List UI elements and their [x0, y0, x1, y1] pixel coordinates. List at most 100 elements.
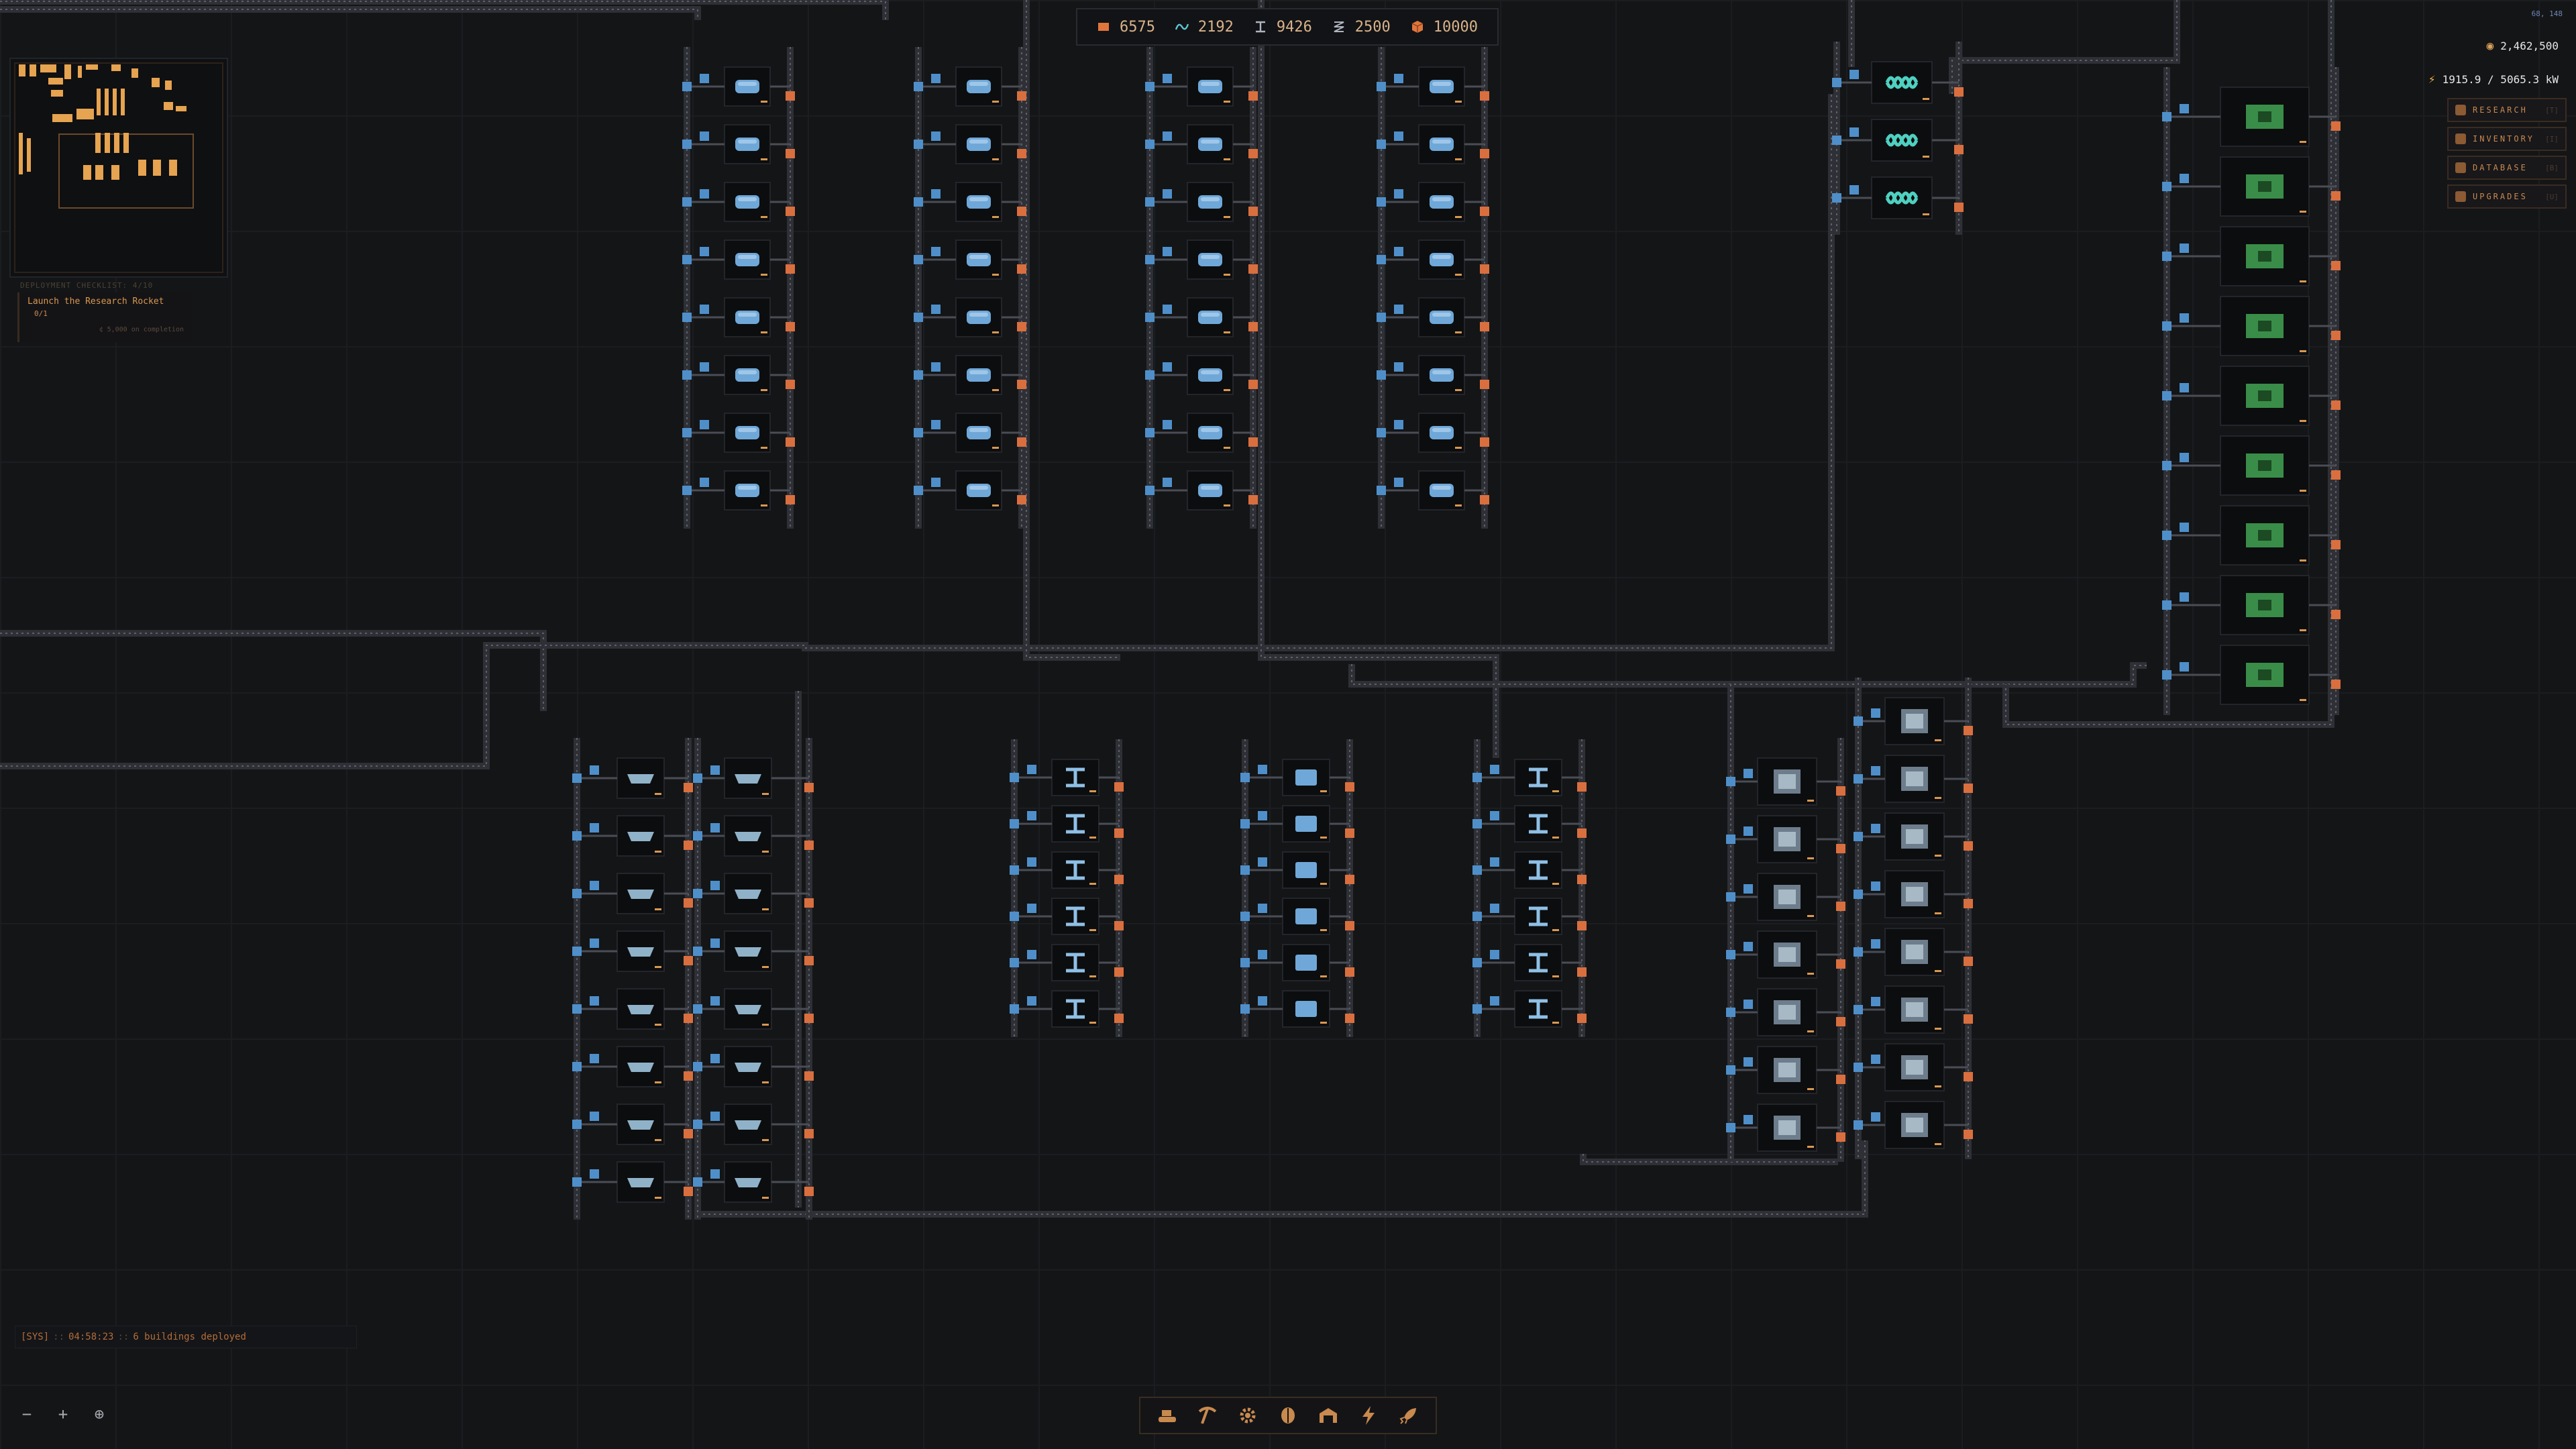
- output-port[interactable]: [684, 1014, 693, 1023]
- input-port[interactable]: [1145, 370, 1155, 380]
- machine[interactable]: [1884, 870, 1945, 918]
- input-port[interactable]: [1377, 486, 1386, 495]
- input-port[interactable]: [682, 82, 692, 91]
- input-port[interactable]: [2180, 453, 2189, 462]
- output-port[interactable]: [1964, 957, 1973, 966]
- input-port[interactable]: [1163, 74, 1172, 83]
- machine[interactable]: [1871, 176, 1933, 219]
- output-port[interactable]: [1577, 828, 1587, 838]
- output-port[interactable]: [1248, 495, 1258, 504]
- input-port[interactable]: [693, 1120, 702, 1129]
- input-port[interactable]: [1394, 131, 1403, 141]
- input-port[interactable]: [931, 247, 941, 256]
- input-port[interactable]: [710, 938, 720, 948]
- input-port[interactable]: [1377, 140, 1386, 149]
- input-port[interactable]: [1472, 773, 1482, 782]
- machine[interactable]: [1757, 757, 1817, 806]
- input-port[interactable]: [1871, 824, 1880, 833]
- factory-map[interactable]: [0, 0, 2576, 1449]
- output-port[interactable]: [786, 322, 795, 331]
- input-port[interactable]: [590, 996, 599, 1006]
- input-port[interactable]: [700, 305, 709, 314]
- input-port[interactable]: [1145, 486, 1155, 495]
- storage-tool-button[interactable]: [1316, 1403, 1340, 1428]
- input-port[interactable]: [1010, 1004, 1019, 1014]
- machine[interactable]: [1418, 66, 1465, 107]
- input-port[interactable]: [931, 478, 941, 487]
- machine[interactable]: [616, 988, 665, 1030]
- machine[interactable]: [1187, 355, 1234, 395]
- machine[interactable]: [1282, 759, 1330, 796]
- output-port[interactable]: [1964, 1014, 1973, 1024]
- machine[interactable]: [1884, 1101, 1945, 1149]
- output-port[interactable]: [1836, 844, 1845, 853]
- input-port[interactable]: [590, 765, 599, 775]
- input-port[interactable]: [693, 1177, 702, 1187]
- input-port[interactable]: [1490, 950, 1499, 959]
- zoom-out-button[interactable]: −: [15, 1402, 39, 1426]
- machine[interactable]: [616, 930, 665, 972]
- output-port[interactable]: [2331, 121, 2341, 131]
- output-port[interactable]: [786, 149, 795, 158]
- machine[interactable]: [2220, 87, 2310, 147]
- machine[interactable]: [1884, 985, 1945, 1034]
- machine[interactable]: [1757, 1046, 1817, 1094]
- output-port[interactable]: [684, 898, 693, 908]
- output-port[interactable]: [1114, 921, 1124, 930]
- input-port[interactable]: [2180, 383, 2189, 392]
- input-port[interactable]: [2180, 174, 2189, 183]
- input-port[interactable]: [931, 362, 941, 372]
- machine[interactable]: [1514, 944, 1562, 981]
- machine[interactable]: [1282, 898, 1330, 935]
- output-port[interactable]: [2331, 470, 2341, 480]
- input-port[interactable]: [1377, 370, 1386, 380]
- output-port[interactable]: [804, 1014, 814, 1023]
- output-port[interactable]: [804, 1187, 814, 1196]
- input-port[interactable]: [2180, 592, 2189, 602]
- input-port[interactable]: [1010, 865, 1019, 875]
- output-port[interactable]: [1017, 437, 1026, 447]
- input-port[interactable]: [1377, 255, 1386, 264]
- machine[interactable]: [1514, 898, 1562, 935]
- input-port[interactable]: [1726, 1008, 1735, 1017]
- machine[interactable]: [1051, 990, 1099, 1028]
- machine[interactable]: [1418, 239, 1465, 280]
- input-port[interactable]: [914, 140, 923, 149]
- mining-tool-button[interactable]: [1195, 1403, 1220, 1428]
- input-port[interactable]: [710, 823, 720, 833]
- output-port[interactable]: [804, 841, 814, 850]
- output-port[interactable]: [1345, 782, 1354, 792]
- machine[interactable]: [616, 1104, 665, 1145]
- input-port[interactable]: [1490, 996, 1499, 1006]
- input-port[interactable]: [1010, 958, 1019, 967]
- input-port[interactable]: [1145, 313, 1155, 322]
- input-port[interactable]: [1145, 255, 1155, 264]
- output-port[interactable]: [1836, 786, 1845, 796]
- input-port[interactable]: [1258, 811, 1267, 820]
- input-port[interactable]: [1240, 958, 1250, 967]
- output-port[interactable]: [786, 264, 795, 274]
- machine[interactable]: [616, 1161, 665, 1203]
- input-port[interactable]: [1394, 362, 1403, 372]
- input-port[interactable]: [914, 370, 923, 380]
- machine[interactable]: [2220, 645, 2310, 705]
- input-port[interactable]: [710, 1169, 720, 1179]
- input-port[interactable]: [1871, 997, 1880, 1006]
- output-port[interactable]: [1964, 1072, 1973, 1081]
- input-port[interactable]: [682, 370, 692, 380]
- input-port[interactable]: [572, 1177, 582, 1187]
- output-port[interactable]: [1248, 437, 1258, 447]
- output-port[interactable]: [1480, 322, 1489, 331]
- input-port[interactable]: [700, 247, 709, 256]
- output-port[interactable]: [1954, 87, 1964, 97]
- input-port[interactable]: [2162, 182, 2171, 191]
- input-port[interactable]: [710, 1112, 720, 1121]
- processing-tool-button[interactable]: [1236, 1403, 1260, 1428]
- input-port[interactable]: [1854, 1120, 1863, 1130]
- machine[interactable]: [1187, 470, 1234, 511]
- machine[interactable]: [1757, 1104, 1817, 1152]
- output-port[interactable]: [1248, 322, 1258, 331]
- machine[interactable]: [1757, 815, 1817, 863]
- machine[interactable]: [724, 413, 771, 453]
- zoom-in-button[interactable]: +: [51, 1402, 75, 1426]
